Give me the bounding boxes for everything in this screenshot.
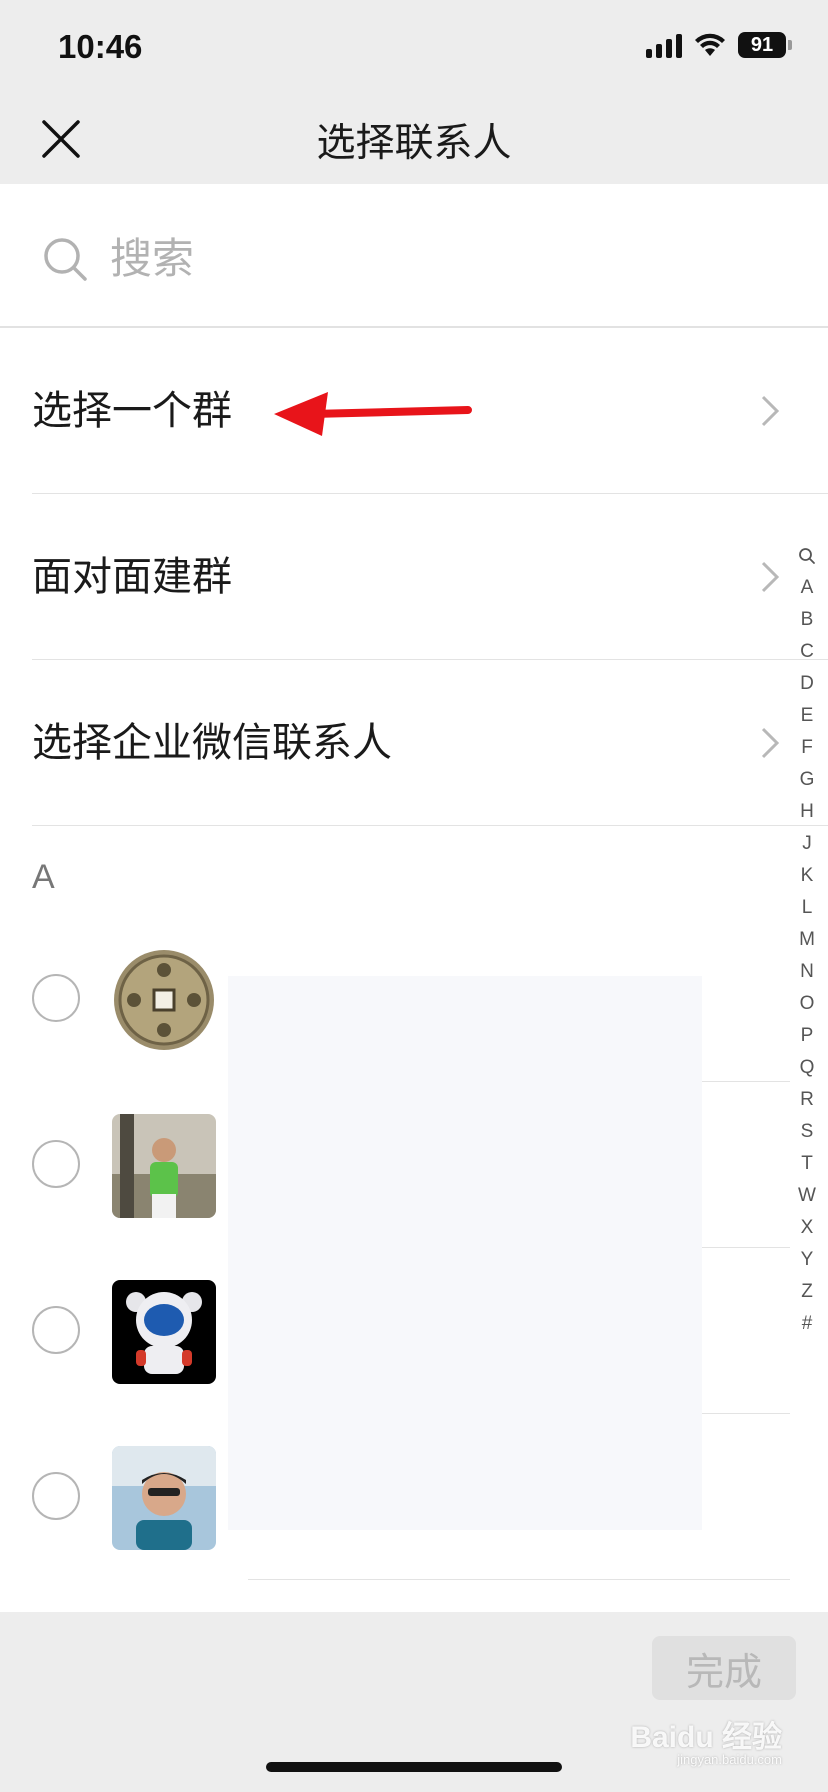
index-letter[interactable]: E [792, 700, 822, 732]
index-letter[interactable]: C [792, 636, 822, 668]
chevron-right-icon [761, 727, 780, 759]
index-letter[interactable]: X [792, 1212, 822, 1244]
index-letter[interactable]: F [792, 732, 822, 764]
home-indicator [266, 1762, 562, 1772]
index-letter[interactable]: M [792, 924, 822, 956]
index-letter[interactable]: S [792, 1116, 822, 1148]
index-letter[interactable]: Z [792, 1276, 822, 1308]
search-bar [0, 184, 828, 328]
avatar-astronaut-icon [112, 1280, 216, 1384]
status-icons: 91 [646, 32, 792, 58]
search-input[interactable] [110, 228, 760, 288]
section-header-a: A [32, 858, 55, 896]
index-search-icon[interactable] [798, 547, 816, 565]
index-letter[interactable]: H [792, 796, 822, 828]
wifi-icon [695, 33, 725, 56]
index-letter[interactable]: L [792, 892, 822, 924]
annotation-arrow-icon [274, 392, 472, 436]
watermark-url: jingyan.baidu.com [677, 1752, 782, 1767]
index-letter[interactable]: R [792, 1084, 822, 1116]
menu-face-to-face-group[interactable]: 面对面建群 [0, 494, 828, 660]
divider [248, 1579, 790, 1580]
menu-label-face-to-face: 面对面建群 [32, 554, 232, 600]
search-icon [44, 238, 87, 281]
cellular-signal-icon [646, 32, 682, 58]
select-radio[interactable] [32, 1306, 80, 1354]
index-letter[interactable]: B [792, 604, 822, 636]
chevron-right-icon [761, 561, 780, 593]
index-letter[interactable]: J [792, 828, 822, 860]
menu-enterprise-wechat-contacts[interactable]: 选择企业微信联系人 [0, 660, 828, 826]
select-radio[interactable] [32, 1140, 80, 1188]
index-letter[interactable]: G [792, 764, 822, 796]
status-time: 10:46 [58, 28, 143, 65]
chevron-right-icon [761, 395, 780, 427]
index-letter[interactable]: T [792, 1148, 822, 1180]
avatar-coin-icon [112, 948, 216, 1052]
index-letter[interactable]: Y [792, 1244, 822, 1276]
page-title: 选择联系人 [316, 121, 512, 166]
avatar-photo-icon [112, 1114, 216, 1218]
battery-level: 91 [738, 32, 786, 58]
top-bar: 10:46 91 选择联系人 [0, 0, 828, 184]
alphabet-index[interactable]: A B C D E F G H J K L M N O P Q R S T W X Y Z # [792, 540, 822, 1340]
index-letter[interactable]: O [792, 988, 822, 1020]
battery-indicator: 91 [738, 32, 792, 58]
index-letter[interactable]: D [792, 668, 822, 700]
divider [32, 825, 828, 826]
done-button[interactable]: 完成 [652, 1636, 796, 1700]
index-letter[interactable]: P [792, 1020, 822, 1052]
watermark-text: Baidu 经验 [630, 1721, 782, 1754]
index-letter[interactable]: W [792, 1180, 822, 1212]
select-radio[interactable] [32, 974, 80, 1022]
menu-label-enterprise-contacts: 选择企业微信联系人 [32, 720, 392, 766]
index-letter[interactable]: A [792, 572, 822, 604]
index-letter[interactable]: K [792, 860, 822, 892]
menu-label-select-group: 选择一个群 [32, 388, 232, 434]
select-radio[interactable] [32, 1472, 80, 1520]
redacted-names-overlay [228, 976, 702, 1530]
index-letter[interactable]: # [792, 1308, 822, 1340]
battery-cap [788, 40, 792, 50]
index-letter[interactable]: N [792, 956, 822, 988]
index-letter[interactable]: Q [792, 1052, 822, 1084]
avatar-photo-icon [112, 1446, 216, 1550]
